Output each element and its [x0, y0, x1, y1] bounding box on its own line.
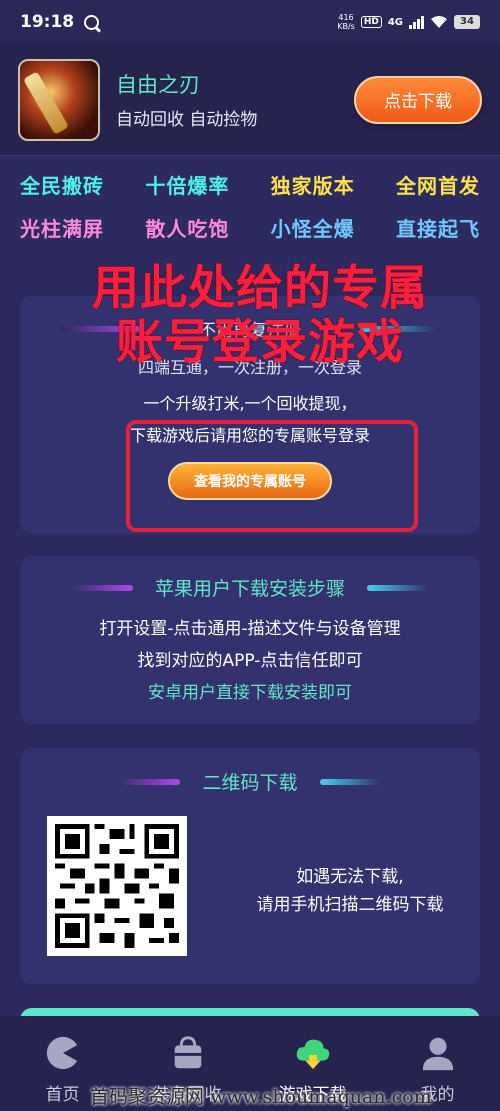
steps-title: 苹果用户下载安装步骤: [154, 578, 345, 600]
feature-tag: 小怪全爆: [270, 217, 355, 241]
home-icon: [46, 1036, 80, 1070]
app-name: 自由之刃: [116, 73, 200, 97]
app-tags: 自动回收 自动捡物: [116, 110, 258, 130]
nav-label-home: 首页: [45, 1085, 80, 1105]
qr-hint-line2: 请用手机扫描二维码下载: [256, 895, 444, 915]
overlay-line1: 用此处给的专属: [92, 261, 428, 316]
user-icon: [422, 1037, 453, 1071]
qr-title-row: 二维码下载: [20, 768, 480, 795]
title-divider-left: [72, 584, 133, 591]
wifi-icon: [431, 16, 447, 28]
install-steps-card: 苹果用户下载安装步骤 打开设置-点击通用-描述文件与设备管理 找到对应的APP-…: [20, 556, 480, 724]
status-time: 19:18: [20, 12, 75, 32]
qr-hint-line1: 如遇无法下载,: [296, 867, 404, 887]
step-2: 找到对应的APP-点击信任即可: [137, 651, 363, 671]
steps-title-row: 苹果用户下载安装步骤: [20, 574, 480, 601]
cloud-download-icon: [296, 1039, 329, 1070]
app-info: 自由之刃 自动回收 自动捡物: [116, 69, 257, 130]
qr-download-card: 二维码下载 如遇无法下载, 请用手机扫描二维码下载: [20, 748, 480, 984]
feature-row-2: 光柱满屏 散人吃饱 小怪全爆 直接起飞: [20, 213, 480, 242]
title-divider-right: [367, 584, 427, 591]
net-speed-unit: KB/s: [337, 22, 355, 31]
status-bar: 19:18 416 KB/s HD 4G 34: [0, 0, 500, 44]
qr-code: [47, 816, 187, 956]
feature-tag: 十倍爆率: [145, 174, 230, 198]
step-3: 安卓用户直接下载安装即可: [148, 683, 352, 703]
status-icons: 416 KB/s HD 4G 34: [337, 13, 480, 31]
title-divider-left: [120, 778, 181, 785]
app-icon: [18, 58, 100, 141]
step-1: 打开设置-点击通用-描述文件与设备管理: [99, 619, 401, 639]
feature-tag: 全民搬砖: [20, 174, 104, 198]
title-divider-right: [319, 778, 380, 785]
hd-icon: HD: [360, 16, 382, 28]
feature-tag: 直接起飞: [395, 217, 480, 241]
watermark: 首码聚资源网 www.shoumaquan.com: [90, 1086, 432, 1108]
highlight-box: [126, 420, 418, 532]
search-notification-icon: [84, 14, 100, 30]
net-speed-value: 416: [338, 13, 354, 22]
battery-icon: 34: [454, 15, 480, 29]
download-button[interactable]: 点击下载: [354, 75, 482, 124]
signal-icon: [409, 15, 424, 29]
feature-tag: 独家版本: [270, 174, 355, 198]
network-type: 4G: [387, 16, 403, 28]
feature-tag: 全网首发: [395, 174, 480, 198]
account-text-line1: 一个升级打米,一个回收提现，: [143, 394, 357, 413]
feature-tag: 散人吃饱: [145, 217, 230, 241]
bag-icon: [174, 1036, 201, 1069]
qr-title: 二维码下载: [202, 772, 298, 794]
app-header: 自由之刃 自动回收 自动捡物 点击下载: [0, 44, 500, 156]
feature-tag: 光柱满屏: [20, 217, 104, 241]
qr-code-icon: [55, 824, 179, 948]
overlay-line2: 账号登录游戏: [116, 315, 404, 370]
feature-row-1: 全民搬砖 十倍爆率 独家版本 全网首发: [20, 170, 480, 199]
overlay-annotation: 用此处给的专属 账号登录游戏: [60, 262, 460, 370]
net-speed: 416 KB/s: [337, 13, 355, 31]
